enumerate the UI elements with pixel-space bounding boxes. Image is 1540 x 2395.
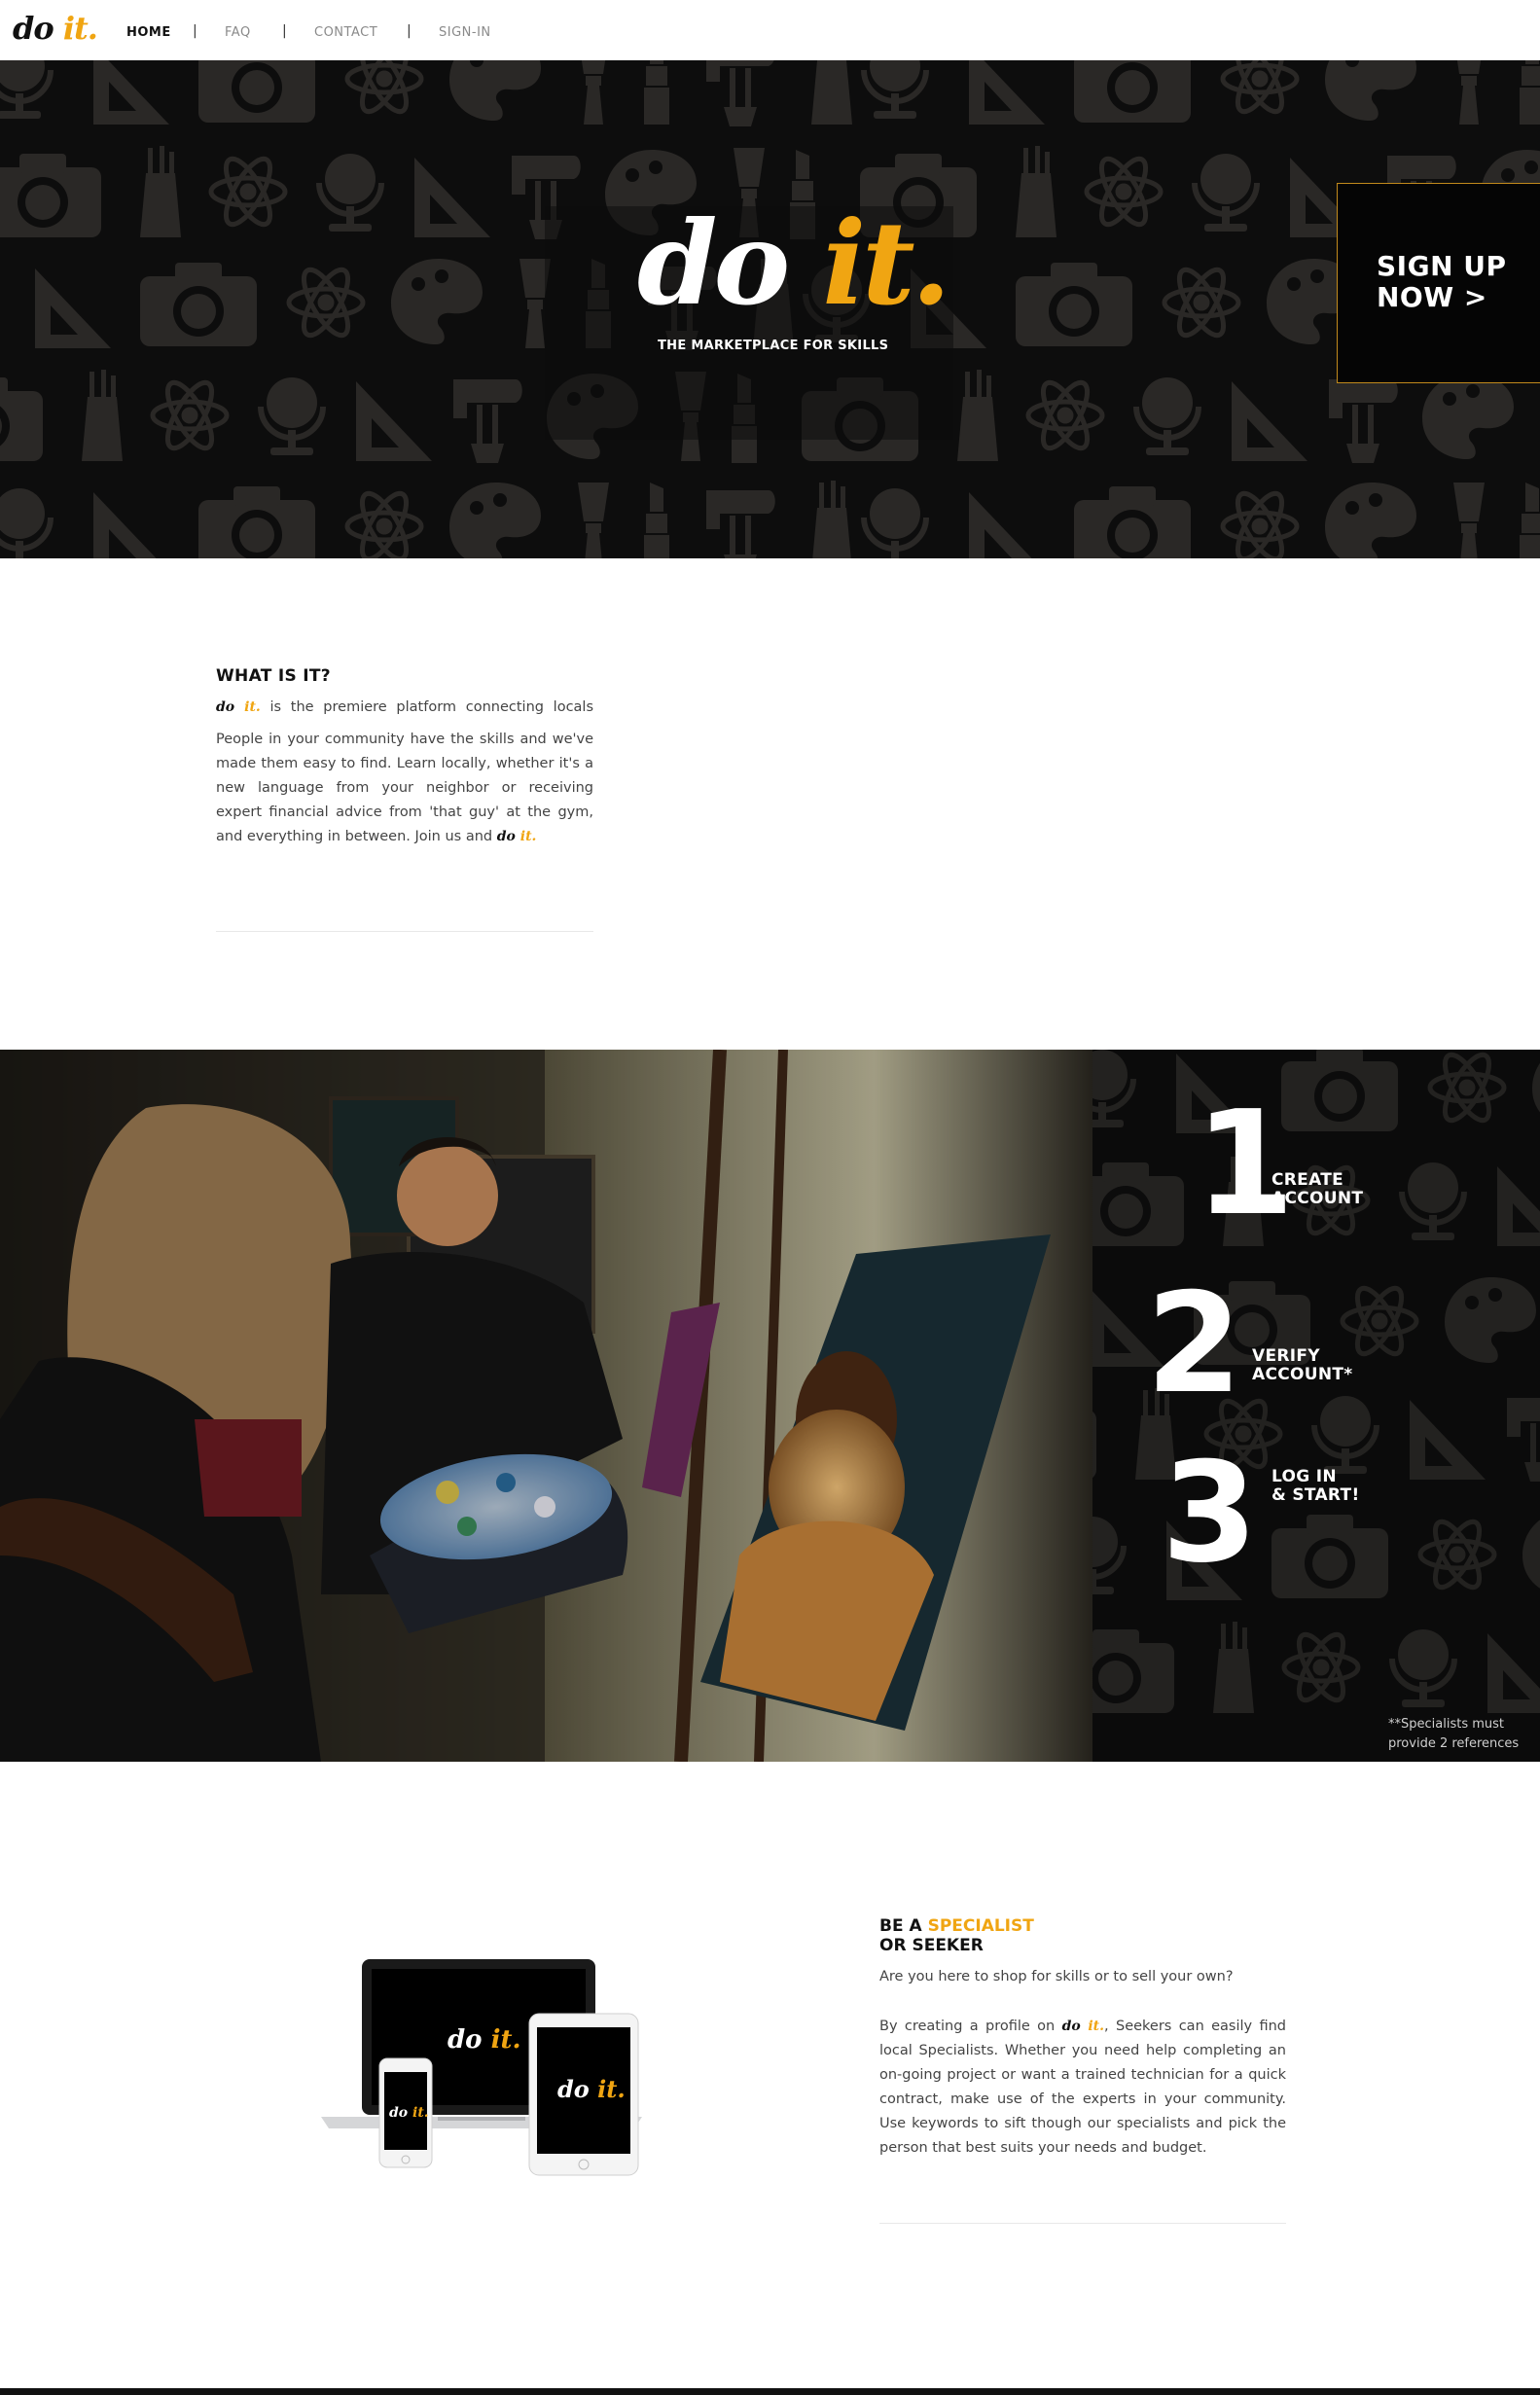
specialist-question: Are you here to shop for skills or to se… <box>879 1969 1234 1984</box>
inline-logo: do it. <box>496 829 537 844</box>
specialist-section: BE A SPECIALIST OR SEEKER Are you here t… <box>879 1916 1286 2161</box>
step-2-text: VERIFY ACCOUNT* <box>1252 1346 1353 1384</box>
nav-separator: | <box>282 23 287 39</box>
intro-text: do it. is the premiere platform connecti… <box>216 699 594 715</box>
devices-image: do it. do it. do it. <box>321 1959 642 2176</box>
hero-logo: do it. <box>637 196 951 331</box>
svg-text:do it.: do it. <box>389 2105 429 2121</box>
step-3-text: LOG IN & START! <box>1271 1467 1360 1505</box>
specialist-description: By creating a profile on do it., Seekers… <box>879 2019 1287 2156</box>
nav-separator: | <box>193 23 197 39</box>
hero-banner: do it. THE MARKETPLACE FOR SKILLS SIGN U… <box>0 60 1540 558</box>
step-1-number: 1 <box>1195 1080 1295 1247</box>
nav-item-contact[interactable]: CONTACT <box>314 25 377 40</box>
references-note: **Specialists must provide 2 references <box>1388 1717 1520 1751</box>
nav-item-faq[interactable]: FAQ <box>225 25 251 40</box>
sign-up-now-label: NOW > <box>1377 281 1487 313</box>
nav-item-sign-in[interactable]: SIGN-IN <box>439 25 491 40</box>
painters-photo-illustration <box>0 1050 1092 1762</box>
svg-text:do it.: do it. <box>557 2075 626 2103</box>
divider <box>879 2223 1286 2224</box>
hero-tagline: THE MARKETPLACE FOR SKILLS <box>658 339 889 353</box>
svg-text:do it.: do it. <box>448 2025 521 2055</box>
nav-separator: | <box>407 23 412 39</box>
step-3-number: 3 <box>1162 1433 1258 1593</box>
logo[interactable]: do it. <box>13 10 98 47</box>
divider <box>216 931 593 932</box>
section-title: BE A SPECIALIST OR SEEKER <box>879 1916 1034 1955</box>
sign-up-now-button[interactable]: SIGN UP NOW > <box>1337 183 1540 383</box>
what-is-it-section: WHAT IS IT? do it. is the premiere platf… <box>216 666 593 849</box>
inline-logo: do it. <box>1061 2019 1105 2034</box>
step-2-number: 2 <box>1146 1264 1242 1424</box>
painters-photo <box>0 1050 1092 1762</box>
step-1-text: CREATE ACCOUNT <box>1271 1170 1364 1208</box>
section-title: WHAT IS IT? <box>216 666 331 686</box>
sign-up-label: SIGN UP <box>1377 250 1507 282</box>
inline-logo: do it. <box>216 699 261 715</box>
description-text: People in your community have the skills… <box>216 732 593 844</box>
footer-bar <box>0 2388 1540 2395</box>
top-nav: do it. HOME | FAQ | CONTACT | SIGN-IN <box>0 0 1540 61</box>
devices-illustration: do it. do it. do it. <box>321 1955 652 2189</box>
how-it-works-section: 1 CREATE ACCOUNT 2 VERIFY ACCOUNT* 3 LOG I… <box>0 1050 1540 1762</box>
nav-item-home[interactable]: HOME <box>126 25 171 40</box>
